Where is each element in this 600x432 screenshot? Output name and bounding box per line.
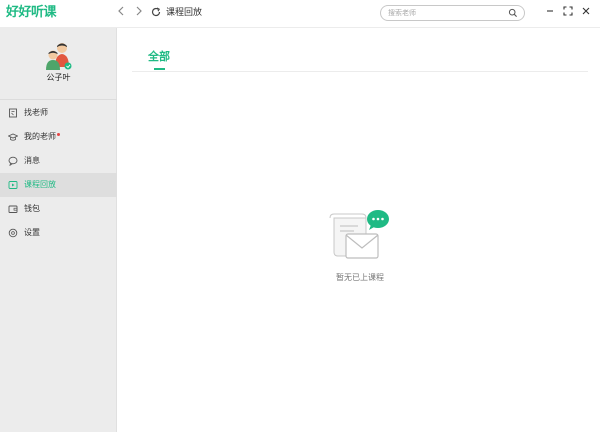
sidebar-item-label: 找老师 xyxy=(24,108,48,117)
sidebar-item-course-replay[interactable]: 课程回放 xyxy=(0,173,117,197)
refresh-icon xyxy=(151,7,161,17)
main-content: 全部 暂无已上课程 xyxy=(118,28,600,432)
sidebar: 公子叶 找老师 我的老师 消息 课程回放 钱包 设置 xyxy=(0,28,117,432)
chat-bubble-icon xyxy=(8,156,18,166)
user-profile[interactable]: 公子叶 xyxy=(0,28,117,100)
search-icon[interactable] xyxy=(508,8,518,18)
empty-mail-icon xyxy=(329,210,389,259)
sidebar-item-find-teacher[interactable]: 找老师 xyxy=(0,101,117,125)
empty-state-text: 暂无已上课程 xyxy=(336,273,384,282)
graduation-cap-icon xyxy=(8,133,18,141)
sidebar-item-my-teachers[interactable]: 我的老师 xyxy=(0,125,117,149)
wallet-icon xyxy=(8,205,18,213)
avatar[interactable] xyxy=(45,41,73,71)
sidebar-item-label: 消息 xyxy=(24,156,40,165)
sidebar-item-wallet[interactable]: 钱包 xyxy=(0,197,117,221)
chevron-left-icon xyxy=(118,6,124,16)
sidebar-item-settings[interactable]: 设置 xyxy=(0,221,117,245)
refresh-button[interactable] xyxy=(148,4,164,22)
close-icon xyxy=(582,7,590,15)
sidebar-item-label: 钱包 xyxy=(24,204,40,213)
username: 公子叶 xyxy=(46,73,71,82)
search-box[interactable] xyxy=(380,5,525,21)
sidebar-item-messages[interactable]: 消息 xyxy=(0,149,117,173)
settings-icon xyxy=(8,228,18,238)
forward-button[interactable] xyxy=(131,4,147,22)
play-icon xyxy=(8,181,18,189)
tab-all[interactable]: 全部 xyxy=(148,48,170,64)
sidebar-item-label: 设置 xyxy=(24,228,40,237)
close-button[interactable] xyxy=(580,6,592,20)
chevron-right-icon xyxy=(136,6,142,16)
search-input[interactable] xyxy=(388,7,506,19)
minimize-button[interactable] xyxy=(544,6,556,20)
tab-active-indicator xyxy=(154,68,165,70)
notification-dot xyxy=(57,133,60,136)
maximize-button[interactable] xyxy=(562,6,574,20)
fullscreen-icon xyxy=(563,6,573,16)
sidebar-item-label: 我的老师 xyxy=(24,132,56,141)
minimize-icon xyxy=(547,10,553,12)
app-window: 好好听课 课程回放 搜索老师 公子叶 找老师 我的老师 消息 课程回放 钱包 设… xyxy=(0,0,600,432)
tab-bar: 全部 xyxy=(132,28,588,72)
title-bar: 好好听课 课程回放 xyxy=(0,0,600,28)
page-title: 课程回放 xyxy=(166,8,203,18)
back-button[interactable] xyxy=(113,4,129,22)
find-teacher-icon xyxy=(9,108,17,118)
app-logo: 好好听课 xyxy=(6,5,57,20)
sidebar-menu: 找老师 我的老师 消息 课程回放 钱包 设置 xyxy=(0,101,117,245)
sidebar-item-label: 课程回放 xyxy=(24,180,56,189)
